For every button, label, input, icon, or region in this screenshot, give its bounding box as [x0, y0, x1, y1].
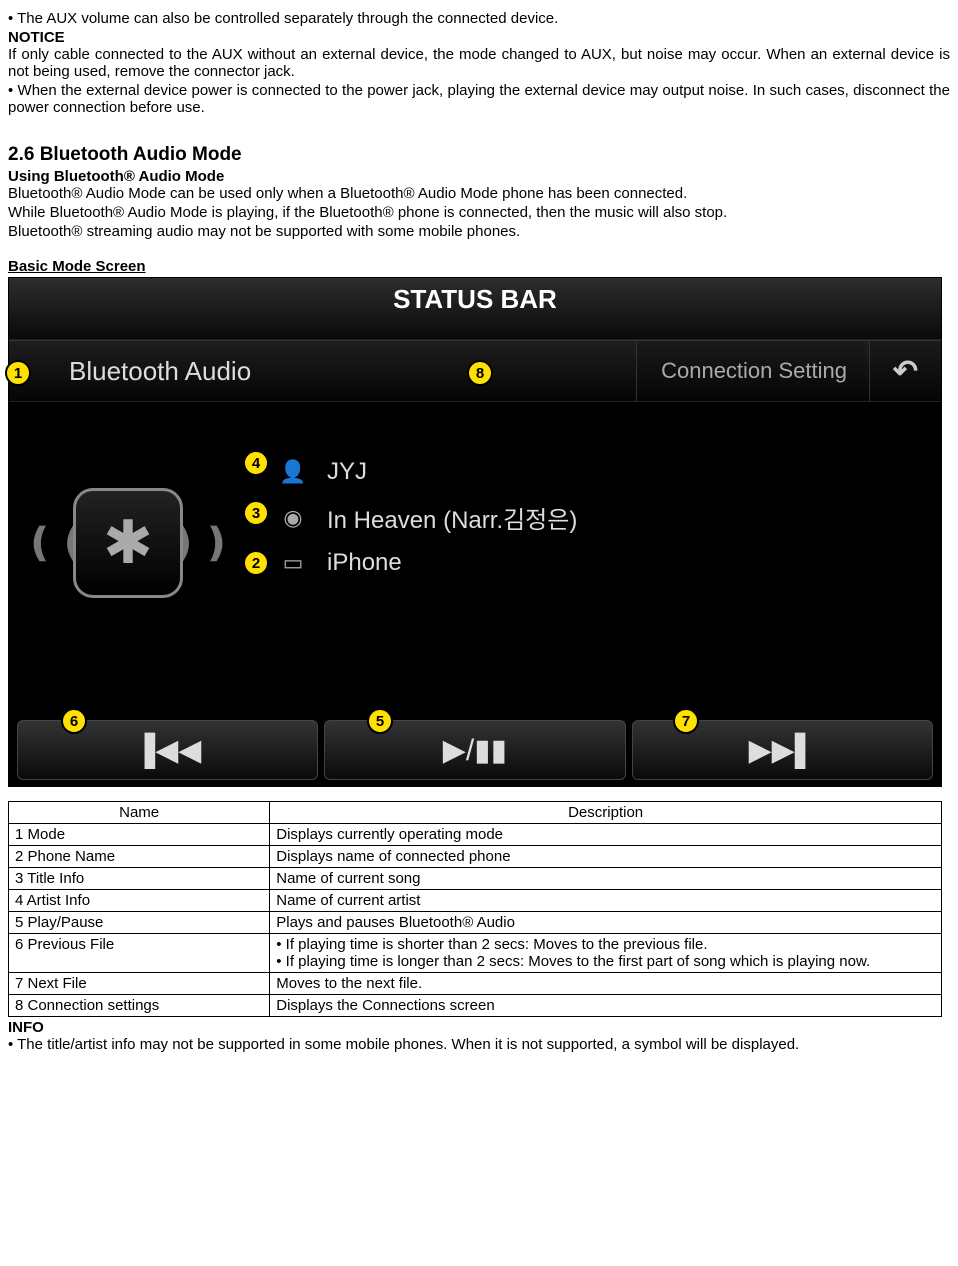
section-p2: While Bluetooth® Audio Mode is playing, …	[8, 204, 950, 221]
bluetooth-icon: ❪❪ ✱ ❫❫	[53, 468, 203, 618]
section-p1: Bluetooth® Audio Mode can be used only w…	[8, 185, 950, 202]
phone-text: iPhone	[327, 549, 402, 577]
th-desc: Description	[270, 802, 942, 824]
info-lines: 👤 JYJ ◉ In Heaven (Narr.김정은) ▭ iPhone	[279, 458, 577, 591]
cell-name: 8 Connection settings	[9, 995, 270, 1017]
th-name: Name	[9, 802, 270, 824]
cell-name: 7 Next File	[9, 973, 270, 995]
cell-name: 2 Phone Name	[9, 846, 270, 868]
status-bar: STATUS BAR	[9, 278, 941, 340]
cell-desc: Displays currently operating mode	[270, 824, 942, 846]
title-text: In Heaven (Narr.김정은)	[327, 500, 577, 535]
main-area: ❪❪ ✱ ❫❫ 👤 JYJ ◉ In Heaven (Narr.김정은) ▭ i…	[9, 408, 941, 708]
notice-p1: If only cable connected to the AUX witho…	[8, 46, 950, 80]
back-button[interactable]: ↶	[869, 341, 941, 401]
callout-7: 7	[673, 708, 699, 734]
table-row: 8 Connection settingsDisplays the Connec…	[9, 995, 942, 1017]
cell-desc: Moves to the next file.	[270, 973, 942, 995]
callout-5: 5	[367, 708, 393, 734]
aux-bullet: • The AUX volume can also be controlled …	[8, 10, 950, 27]
cell-desc: Name of current artist	[270, 890, 942, 912]
table-row: 6 Previous File• If playing time is shor…	[9, 934, 942, 973]
cell-desc: • If playing time is shorter than 2 secs…	[270, 934, 942, 973]
bluetooth-symbol: ✱	[73, 488, 183, 598]
cell-name: 1 Mode	[9, 824, 270, 846]
connection-setting-button[interactable]: Connection Setting	[636, 341, 865, 401]
info-p1: • The title/artist info may not be suppo…	[8, 1036, 950, 1053]
description-table: Name Description 1 ModeDisplays currentl…	[8, 801, 942, 1017]
cell-desc: Name of current song	[270, 868, 942, 890]
callout-3: 3	[243, 500, 269, 526]
callout-2: 2	[243, 550, 269, 576]
cell-desc: Displays name of connected phone	[270, 846, 942, 868]
title-row: ◉ In Heaven (Narr.김정은)	[279, 500, 577, 535]
callout-8: 8	[467, 360, 493, 386]
cell-name: 5 Play/Pause	[9, 912, 270, 934]
table-row: 5 Play/PausePlays and pauses Bluetooth® …	[9, 912, 942, 934]
previous-button[interactable]: ▐◀◀	[17, 720, 318, 780]
section-sub: Using Bluetooth® Audio Mode	[8, 168, 950, 185]
table-row: 1 ModeDisplays currently operating mode	[9, 824, 942, 846]
section-title: 2.6 Bluetooth Audio Mode	[8, 144, 950, 166]
disc-icon: ◉	[279, 505, 307, 531]
phone-row: ▭ iPhone	[279, 549, 577, 577]
table-header-row: Name Description	[9, 802, 942, 824]
mode-label: Bluetooth Audio	[69, 356, 251, 387]
table-row: 7 Next FileMoves to the next file.	[9, 973, 942, 995]
callout-4: 4	[243, 450, 269, 476]
cell-desc: Displays the Connections screen	[270, 995, 942, 1017]
info-head: INFO	[8, 1019, 950, 1036]
basic-mode-head: Basic Mode Screen	[8, 258, 950, 275]
artist-text: JYJ	[327, 458, 367, 486]
section-p3: Bluetooth® streaming audio may not be su…	[8, 223, 950, 240]
cell-name: 3 Title Info	[9, 868, 270, 890]
callout-1: 1	[5, 360, 31, 386]
table-row: 3 Title InfoName of current song	[9, 868, 942, 890]
table-row: 2 Phone NameDisplays name of connected p…	[9, 846, 942, 868]
callout-6: 6	[61, 708, 87, 734]
cell-desc: Plays and pauses Bluetooth® Audio	[270, 912, 942, 934]
table-row: 4 Artist InfoName of current artist	[9, 890, 942, 912]
notice-head: NOTICE	[8, 29, 950, 46]
device-icon: ▭	[279, 550, 307, 576]
person-icon: 👤	[279, 459, 307, 485]
artist-row: 👤 JYJ	[279, 458, 577, 486]
cell-name: 6 Previous File	[9, 934, 270, 973]
cell-name: 4 Artist Info	[9, 890, 270, 912]
screenshot-frame: STATUS BAR Bluetooth Audio Connection Se…	[8, 277, 942, 787]
playback-controls: ▐◀◀ ▶/▮▮ ▶▶▌	[9, 714, 941, 786]
notice-p2: • When the external device power is conn…	[8, 82, 950, 116]
